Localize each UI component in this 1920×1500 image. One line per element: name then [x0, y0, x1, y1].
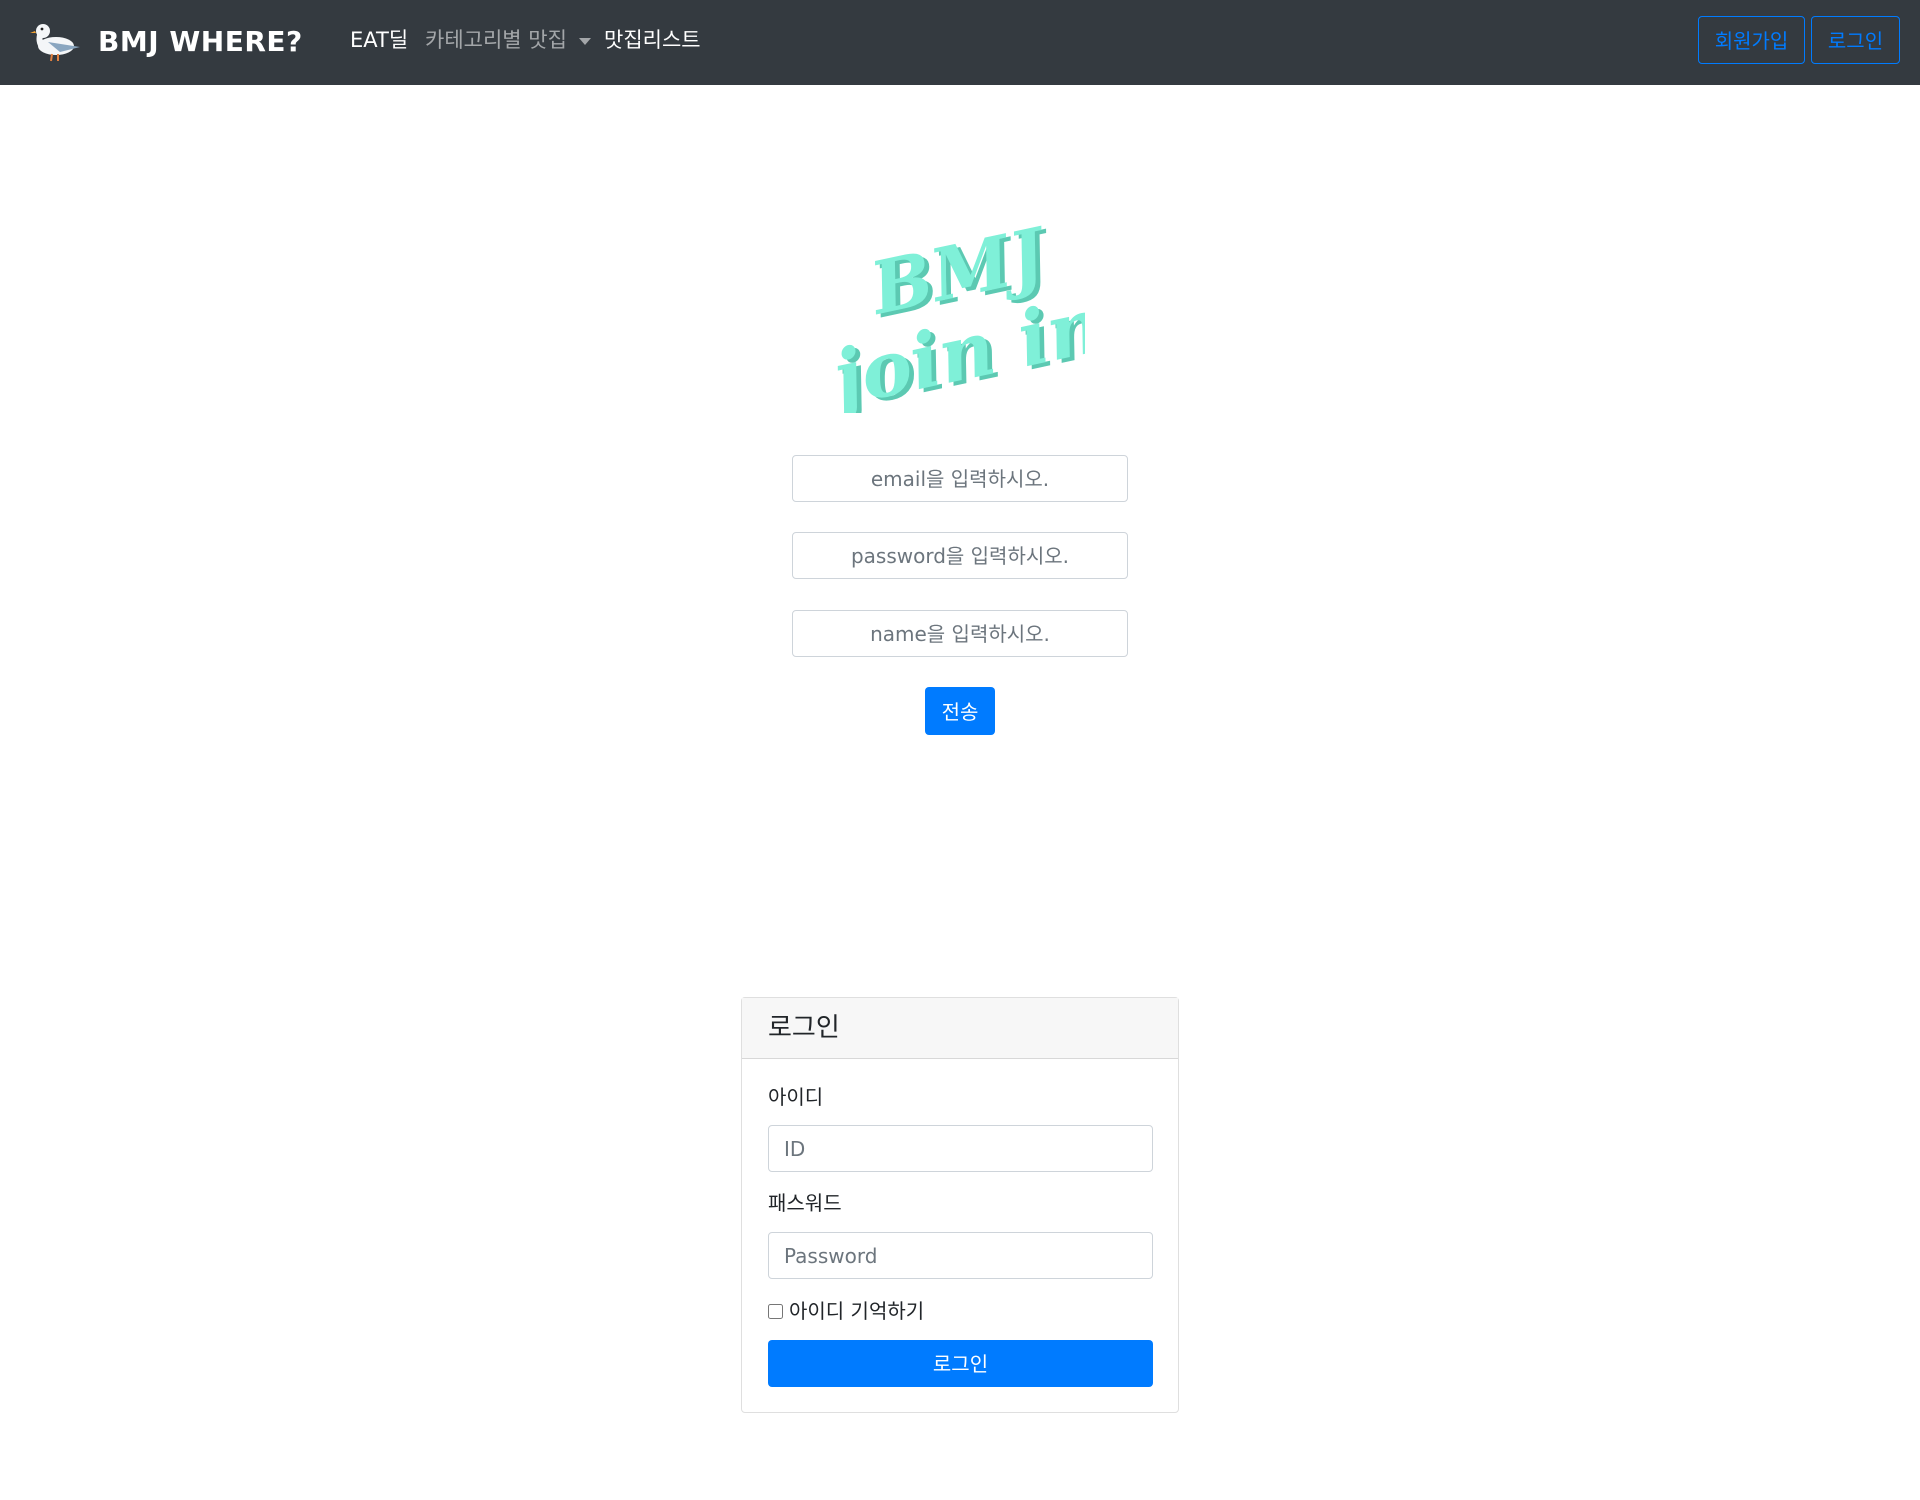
- remember-id-option[interactable]: 아이디 기억하기: [768, 1297, 924, 1325]
- id-input[interactable]: [768, 1125, 1153, 1172]
- id-label: 아이디: [768, 1085, 824, 1109]
- login-nav-button[interactable]: 로그인: [1811, 16, 1900, 64]
- caret-down-icon: [578, 37, 591, 45]
- nav-category-label: 카테고리별 맛집: [425, 28, 567, 52]
- password-field[interactable]: [792, 532, 1128, 579]
- seagull-icon: [30, 24, 80, 62]
- login-card: 로그인 아이디 패스워드 아이디 기억하기 로그인: [741, 997, 1179, 1413]
- login-password-input[interactable]: [768, 1232, 1153, 1279]
- nav-category-dropdown[interactable]: 카테고리별 맛집: [425, 24, 591, 56]
- remember-id-checkbox[interactable]: [768, 1303, 783, 1319]
- bmj-join-in-logo: BMJ BMJ join in join in: [812, 210, 1115, 429]
- login-card-title: 로그인: [768, 1013, 840, 1043]
- signup-button[interactable]: 회원가입: [1698, 16, 1805, 64]
- nav-eat-deal[interactable]: EAT딜: [350, 24, 408, 56]
- submit-button[interactable]: 전송: [925, 687, 995, 735]
- remember-id-label: 아이디 기억하기: [789, 1299, 925, 1323]
- nav-restaurant-list[interactable]: 맛집리스트: [604, 24, 701, 56]
- login-submit-button[interactable]: 로그인: [768, 1340, 1153, 1387]
- brand-link[interactable]: BMJ WHERE?: [30, 16, 303, 66]
- email-field[interactable]: [792, 455, 1128, 502]
- name-field[interactable]: [792, 610, 1128, 657]
- join-in-logo-graphic: BMJ BMJ join in join in: [812, 210, 1115, 429]
- brand-text: BMJ WHERE?: [98, 24, 303, 58]
- login-card-header: 로그인: [742, 998, 1178, 1059]
- password-label: 패스워드: [768, 1191, 842, 1215]
- top-navbar: BMJ WHERE? EAT딜 카테고리별 맛집 맛집리스트 회원가입 로그인: [0, 0, 1920, 85]
